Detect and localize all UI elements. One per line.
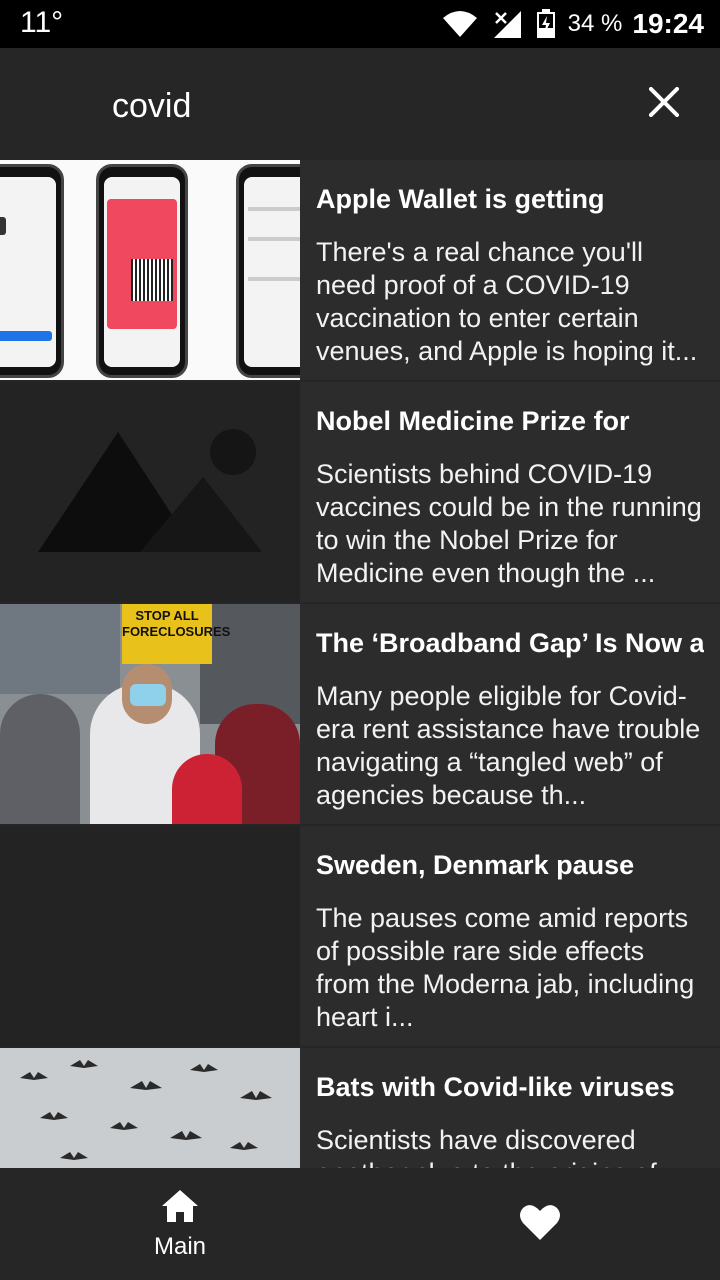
temperature-text: 11° bbox=[20, 6, 64, 39]
article-thumbnail bbox=[0, 826, 300, 1046]
news-card[interactable]: Sweden, Denmark pause The pauses come am… bbox=[0, 826, 720, 1046]
protest-sign: STOP ALL FORECLOSURES bbox=[122, 604, 230, 664]
article-title: Nobel Medicine Prize for bbox=[316, 406, 630, 436]
article-snippet: Many people eligible for Covid-era rent … bbox=[316, 681, 701, 810]
home-icon bbox=[160, 1188, 200, 1229]
search-header bbox=[0, 48, 720, 160]
battery-icon bbox=[536, 9, 556, 39]
news-card[interactable]: Bats with Covid-like viruses Scientists … bbox=[0, 1048, 720, 1168]
article-snippet: There's a real chance you'll need proof … bbox=[316, 237, 698, 366]
article-snippet: The pauses come amid reports of possible… bbox=[316, 903, 695, 1032]
heart-icon bbox=[519, 1203, 561, 1246]
search-input[interactable] bbox=[112, 82, 592, 130]
close-icon bbox=[648, 85, 680, 122]
nav-main-label: Main bbox=[153, 1232, 207, 1260]
close-button[interactable] bbox=[640, 80, 688, 128]
article-thumbnail bbox=[0, 1048, 300, 1168]
status-bar: 11° 34 % 19:24 bbox=[0, 0, 720, 48]
cell-signal-icon bbox=[492, 9, 522, 39]
article-title: The ‘Broadband Gap’ Is Now a bbox=[316, 628, 704, 658]
image-placeholder-icon bbox=[0, 382, 300, 602]
clock: 19:24 bbox=[632, 8, 704, 39]
news-card[interactable]: STOP ALL FORECLOSURES The ‘Broadband Gap… bbox=[0, 604, 720, 824]
battery-percent: 34 % bbox=[567, 10, 623, 37]
article-thumbnail: STOP ALL FORECLOSURES bbox=[0, 604, 300, 824]
article-title: Apple Wallet is getting bbox=[316, 184, 605, 214]
bottom-nav: Main bbox=[0, 1168, 720, 1280]
article-snippet: Scientists have discovered another clue … bbox=[316, 1125, 657, 1168]
article-title: Bats with Covid-like viruses bbox=[316, 1072, 675, 1102]
nav-main[interactable]: Main bbox=[0, 1168, 360, 1280]
news-card[interactable]: Apple Wallet is getting There's a real c… bbox=[0, 160, 720, 380]
wifi-icon bbox=[442, 10, 478, 38]
nav-favorites[interactable] bbox=[360, 1168, 720, 1280]
news-card[interactable]: Nobel Medicine Prize for Scientists behi… bbox=[0, 382, 720, 602]
article-snippet: Scientists behind COVID-19 vaccines coul… bbox=[316, 459, 702, 588]
article-title: Sweden, Denmark pause bbox=[316, 850, 635, 880]
status-icons: 34 % 19:24 bbox=[428, 0, 704, 48]
article-thumbnail bbox=[0, 160, 300, 380]
results-list[interactable]: Apple Wallet is getting There's a real c… bbox=[0, 160, 720, 1168]
